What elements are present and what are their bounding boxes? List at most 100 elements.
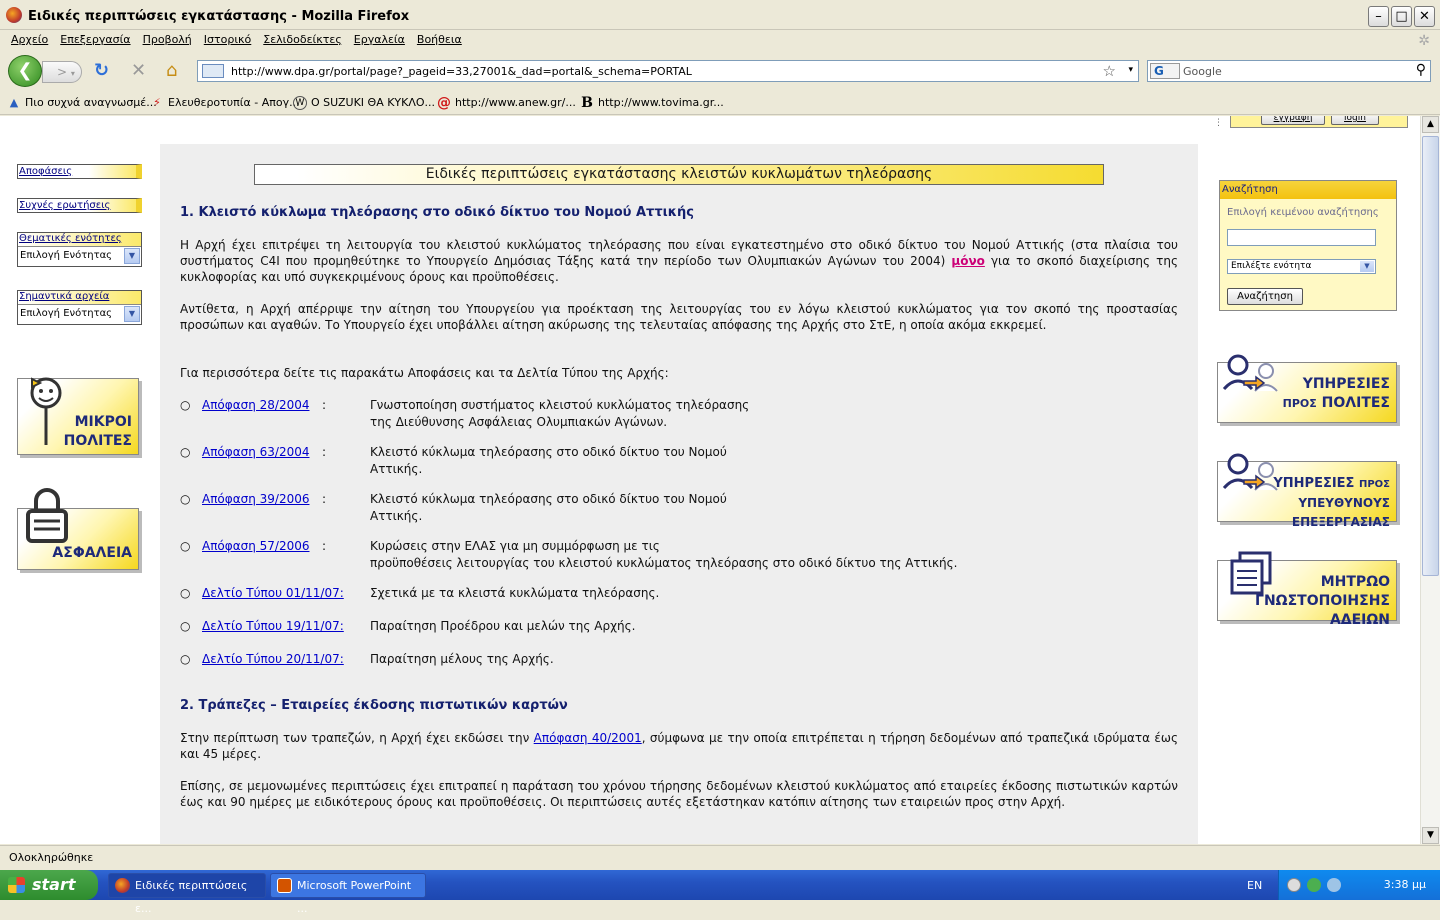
menu-history[interactable]: Ιστορικό xyxy=(198,31,258,48)
press-release-link[interactable]: Δελτίο Τύπου 20/11/07: xyxy=(202,651,344,668)
menu-view[interactable]: Προβολή xyxy=(137,31,198,48)
chevron-down-icon[interactable]: ▼ xyxy=(124,306,140,322)
menu-tools[interactable]: Εργαλεία xyxy=(348,31,411,48)
menu-help[interactable]: Βοήθεια xyxy=(411,31,468,48)
controllers-services-banner[interactable]: ΥΠΗΡΕΣΙΕΣ ΠΡΟΣ ΥΠΕΥΘΥΝΟΥΣ ΕΠΕΞΕΡΓΑΣΙΑΣ xyxy=(1217,453,1397,529)
bullet-icon: ○ xyxy=(180,492,191,506)
chevron-down-icon[interactable]: ▼ xyxy=(1360,261,1374,272)
small-citizens-label: ΜΙΚΡΟΙ ΠΟΛΙΤΕΣ xyxy=(63,414,132,449)
bookmark-item[interactable]: ▲ Πιο συχνά αναγνωσμέ... xyxy=(7,96,157,110)
chevron-down-icon[interactable]: ▼ xyxy=(124,248,140,264)
person-icon: ▲ xyxy=(9,96,19,109)
security-shield-icon[interactable] xyxy=(1307,878,1321,892)
paragraph: Στην περίπτωση των τραπεζών, η Αρχή έχει… xyxy=(180,731,1178,761)
search-section-select[interactable]: Επιλέξτε ενότητα ▼ xyxy=(1227,259,1376,274)
minimize-button[interactable]: – xyxy=(1368,6,1389,27)
list-item-text: Παραίτηση μέλους της Αρχής. xyxy=(370,652,554,666)
network-icon[interactable] xyxy=(1327,878,1341,892)
citizens-services-label: ΥΠΗΡΕΣΙΕΣ ΠΡΟΣ ΠΟΛΙΤΕΣ xyxy=(1282,376,1390,411)
vertical-scrollbar[interactable]: ▲ ▼ xyxy=(1420,116,1440,844)
taskbar-item-firefox[interactable]: Ειδικές περιπτώσεις ε... xyxy=(108,873,266,915)
status-text: Ολοκληρώθηκε xyxy=(9,851,94,864)
taskbar-item-powerpoint[interactable]: Microsoft PowerPoint ... xyxy=(270,873,426,915)
google-icon[interactable]: G xyxy=(1150,63,1180,79)
search-placeholder: Google xyxy=(1183,65,1222,78)
search-icon[interactable]: ⚲ xyxy=(1416,62,1426,78)
bookmark-item[interactable]: Bhttp://www.tovima.gr... xyxy=(580,96,724,110)
at-icon: @ xyxy=(437,95,451,111)
bookmarks-toolbar: ▲ Πιο συχνά αναγνωσμέ... ⚡ Ελευθεροτυπία -… xyxy=(0,91,1440,115)
language-indicator[interactable]: EN xyxy=(1247,879,1262,892)
main-content: Ειδικές περιπτώσεις εγκατάστασης κλειστώ… xyxy=(160,144,1198,844)
web-page: εγγραφή login ⋮ Αποφάσεις Συχνές ερωτήσε… xyxy=(0,116,1420,844)
security-banner[interactable]: ΑΣΦΑΛΕΙΑ xyxy=(17,488,139,570)
menu-bar: Αρχείο Επεξεργασία Προβολή Ιστορικό Σελιδοδε… xyxy=(0,31,1440,51)
title-bar: Ειδικές περιπτώσεις εγκατάστασης - Mozil… xyxy=(0,0,1440,30)
list-item: ○ Απόφαση 39/2006: Κλειστό κύκλωμα τηλεό… xyxy=(180,491,727,523)
decision-link[interactable]: Απόφαση 57/2006 xyxy=(202,538,309,555)
list-item: ○ Δελτίο Τύπου 19/11/07: Παραίτηση Προέδ… xyxy=(180,618,1178,636)
bullet-icon: ○ xyxy=(180,619,191,633)
thematic-units-label: Θεματικές ενότητες xyxy=(18,233,141,246)
decision-40-2001-link[interactable]: Απόφαση 40/2001 xyxy=(534,731,642,745)
scroll-down-icon[interactable]: ▼ xyxy=(1422,827,1439,844)
search-submit-button[interactable]: Αναζήτηση xyxy=(1227,288,1303,305)
bookmark-item[interactable]: ⚡ Ελευθεροτυπία - Απογ... xyxy=(150,96,299,110)
url-text: http://www.dpa.gr/portal/page?_pageid=33… xyxy=(231,65,692,78)
status-bar: Ολοκληρώθηκε xyxy=(0,845,1440,869)
search-text-label: Επιλογή κειμένου αναζήτησης xyxy=(1227,207,1379,218)
b-icon: B xyxy=(581,95,593,111)
bookmark-item[interactable]: @ http://www.anew.gr/... xyxy=(437,96,576,110)
start-button[interactable]: start xyxy=(0,870,98,900)
thematic-units-dropdown[interactable]: Επιλογή Ενότητας ▼ xyxy=(18,246,141,266)
url-bar[interactable]: http://www.dpa.gr/portal/page?_pageid=33… xyxy=(197,60,1139,82)
small-citizens-banner[interactable]: ΜΙΚΡΟΙ ΠΟΛΙΤΕΣ xyxy=(17,377,139,455)
sidebar-decisions-link[interactable]: Αποφάσεις xyxy=(17,164,142,179)
wordpress-icon: W xyxy=(293,96,307,110)
menu-edit[interactable]: Επεξεργασία xyxy=(54,31,136,48)
only-link[interactable]: μόνο xyxy=(951,254,985,268)
sidebar-faq-link[interactable]: Συχνές ερωτήσεις xyxy=(17,198,142,213)
scroll-up-icon[interactable]: ▲ xyxy=(1422,116,1439,133)
thematic-units-select: Θεματικές ενότητες Επιλογή Ενότητας ▼ xyxy=(17,232,142,267)
reload-icon[interactable]: ↻ xyxy=(94,61,109,81)
decision-link[interactable]: Απόφαση 63/2004 xyxy=(202,444,309,461)
page-title: Ειδικές περιπτώσεις εγκατάστασης κλειστώ… xyxy=(254,164,1104,185)
paragraph: Αντίθετα, η Αρχή απέρριψε την αίτηση του… xyxy=(180,302,1178,332)
menu-file[interactable]: Αρχείο xyxy=(5,31,54,48)
bookmark-star-icon[interactable]: ☆ xyxy=(1103,62,1116,80)
taskbar: start Ειδικές περιπτώσεις ε... Microsoft… xyxy=(0,870,1440,915)
list-item: ○ Απόφαση 63/2004: Κλειστό κύκλωμα τηλεό… xyxy=(180,444,727,476)
press-release-link[interactable]: Δελτίο Τύπου 19/11/07: xyxy=(202,618,344,635)
list-item-text: Παραίτηση Προέδρου και μελών της Αρχής. xyxy=(370,619,636,633)
home-icon[interactable]: ⌂ xyxy=(166,61,177,81)
dots-separator: ⋮ xyxy=(1214,118,1223,128)
list-item: ○ Απόφαση 28/2004: Γνωστοποίηση συστήματ… xyxy=(180,397,750,429)
menu-bookmarks[interactable]: Σελιδοδείκτες xyxy=(257,31,348,48)
scroll-thumb[interactable] xyxy=(1422,136,1439,576)
clock: 3:38 μμ xyxy=(1383,878,1426,891)
bookmark-item[interactable]: WΟ SUZUKI ΘΑ ΚΥΚΛΟ... xyxy=(293,96,435,110)
decision-link[interactable]: Απόφαση 28/2004 xyxy=(202,397,309,414)
decision-link[interactable]: Απόφαση 39/2006 xyxy=(202,491,309,508)
close-button[interactable]: ✕ xyxy=(1414,6,1435,27)
stop-icon[interactable]: ✕ xyxy=(131,61,146,81)
citizens-services-banner[interactable]: ΥΠΗΡΕΣΙΕΣ ΠΡΟΣ ΠΟΛΙΤΕΣ xyxy=(1217,354,1397,423)
back-button[interactable]: ❮ xyxy=(8,55,42,87)
bullet-icon: ○ xyxy=(180,586,191,600)
search-bar[interactable]: G Google ⚲ xyxy=(1147,60,1431,82)
registry-banner[interactable]: ΜΗΤΡΩΟ ΓΝΩΣΤΟΠΟΙΗΣΗΣ ΑΔΕΙΩΝ xyxy=(1217,551,1397,628)
login-button[interactable]: login xyxy=(1331,116,1379,125)
maximize-button[interactable]: □ xyxy=(1391,6,1412,27)
forward-button[interactable]: > ▾ xyxy=(42,61,82,83)
important-files-dropdown[interactable]: Επιλογή Ενότητας ▼ xyxy=(18,304,141,324)
url-dropdown-icon[interactable]: ▾ xyxy=(1128,65,1133,75)
press-release-link[interactable]: Δελτίο Τύπου 01/11/07: xyxy=(202,585,344,602)
register-button[interactable]: εγγραφή xyxy=(1261,116,1325,125)
tray-chevron-icon[interactable] xyxy=(1287,878,1301,892)
list-item-text: Κλειστό κύκλωμα τηλεόρασης στο οδικό δίκ… xyxy=(370,445,727,476)
search-text-input[interactable] xyxy=(1227,229,1376,246)
powerpoint-icon xyxy=(277,878,292,893)
people-icon xyxy=(1222,354,1278,392)
lock-icon xyxy=(26,488,68,543)
